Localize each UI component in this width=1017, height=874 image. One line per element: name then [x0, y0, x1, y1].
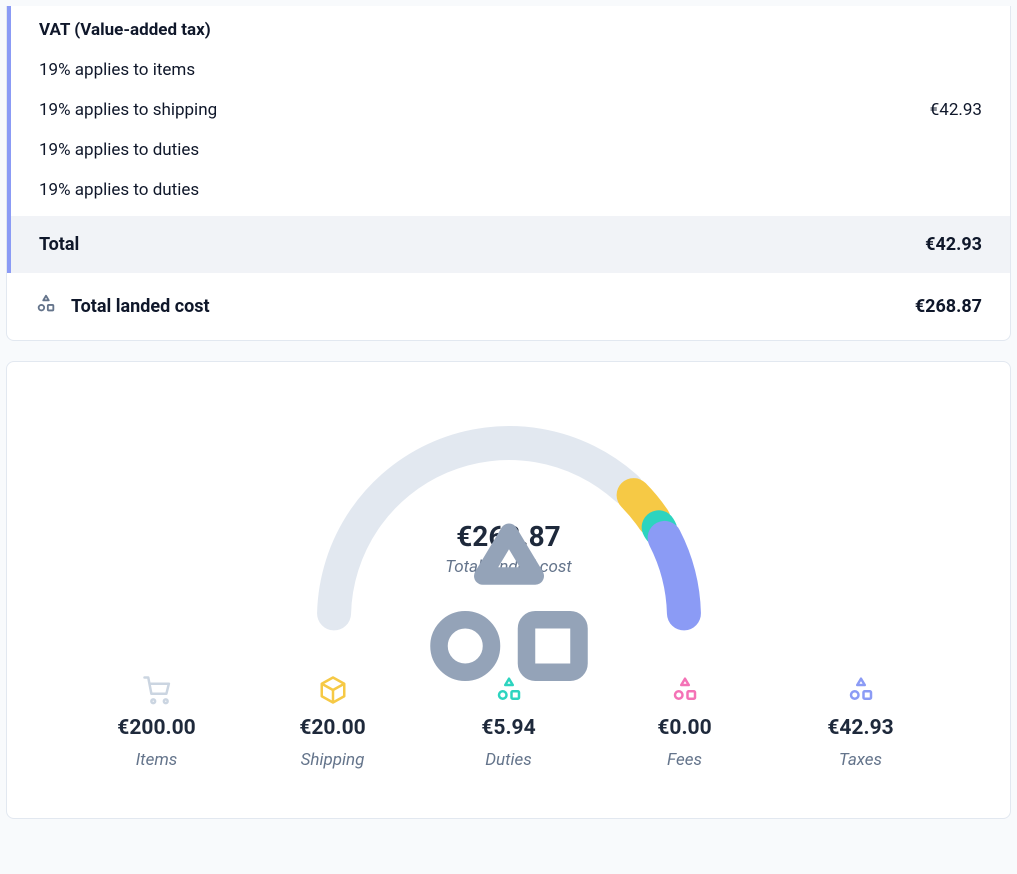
tax-title-row: VAT (Value-added tax): [11, 6, 1010, 50]
legend-label: Items: [136, 750, 178, 770]
tax-card: VAT (Value-added tax) 19% applies to ite…: [6, 6, 1011, 341]
legend-value: €20.00: [299, 716, 365, 740]
tax-line-amount: €42.93: [930, 100, 982, 120]
tax-line-shipping: 19% applies to shipping €42.93: [11, 90, 1010, 130]
legend-label: Shipping: [301, 750, 365, 770]
legend-label: Taxes: [839, 750, 882, 770]
legend-value: €200.00: [117, 716, 195, 740]
legend-value: €5.94: [481, 716, 535, 740]
shapes-icon: [845, 674, 877, 706]
cart-icon: [141, 674, 173, 706]
tax-line-text: 19% applies to items: [39, 60, 195, 80]
legend-value: €42.93: [827, 716, 893, 740]
landed-cost-label: Total landed cost: [71, 296, 210, 317]
tax-title: VAT (Value-added tax): [39, 20, 211, 40]
landed-cost-value: €268.87: [915, 296, 982, 317]
tax-total-row: Total €42.93: [11, 216, 1010, 273]
tax-line-text: 19% applies to duties: [39, 140, 199, 160]
legend-label: Duties: [485, 750, 532, 770]
cost-gauge: €268.87 Total landed cost: [309, 418, 709, 628]
tax-line-duties-2: 19% applies to duties: [11, 170, 1010, 216]
legend-label: Fees: [667, 750, 702, 770]
legend-taxes: €42.93 Taxes: [816, 674, 906, 770]
tax-section: VAT (Value-added tax) 19% applies to ite…: [7, 6, 1010, 273]
shapes-icon: [35, 293, 57, 320]
tax-total-value: €42.93: [925, 234, 982, 255]
tax-total-label: Total: [39, 234, 79, 255]
tax-line-items: 19% applies to items: [11, 50, 1010, 90]
tax-line-text: 19% applies to duties: [39, 180, 199, 200]
legend-items: €200.00 Items: [112, 674, 202, 770]
tax-line-duties-1: 19% applies to duties: [11, 130, 1010, 170]
landed-cost-row: Total landed cost €268.87: [7, 273, 1010, 340]
breakdown-card: €268.87 Total landed cost €200.00 Items: [6, 361, 1011, 819]
tax-line-text: 19% applies to shipping: [39, 100, 217, 120]
legend-value: €0.00: [657, 716, 711, 740]
